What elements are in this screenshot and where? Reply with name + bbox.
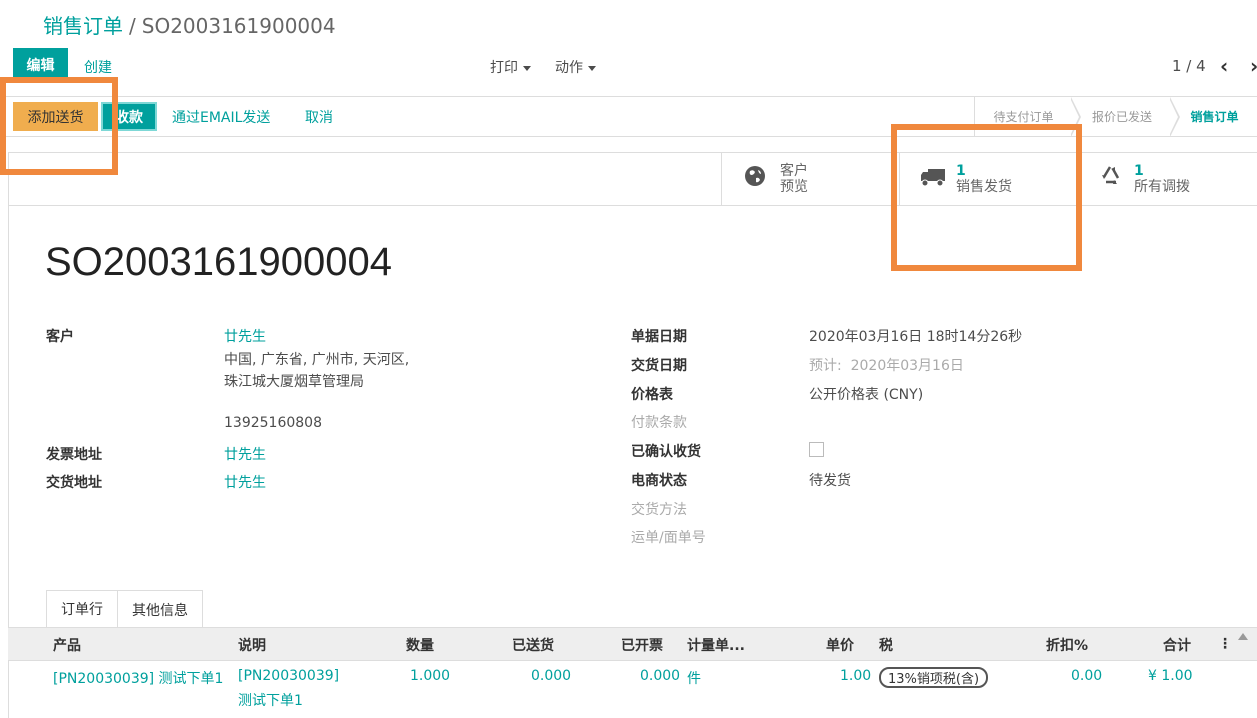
transfers-label: 所有调拨 (1134, 179, 1190, 195)
row-quantity[interactable]: 1.000 (410, 668, 450, 684)
preview-line1: 客户 (780, 163, 808, 179)
column-description[interactable]: 说明 (238, 635, 266, 655)
customer-preview-button[interactable]: 客户 预览 (721, 153, 899, 205)
stage-sales-order[interactable]: 销售订单 (1172, 97, 1257, 136)
column-invoiced[interactable]: 已开票 (621, 635, 663, 655)
column-uom[interactable]: 计量单... (687, 635, 745, 655)
customer-phone: 13925160808 (224, 415, 322, 431)
row-delivered[interactable]: 0.000 (531, 668, 571, 684)
column-delivered[interactable]: 已送货 (512, 635, 554, 655)
ecommerce-status-label: 电商状态 (631, 473, 687, 489)
column-tax[interactable]: 税 (879, 635, 893, 655)
tab-other-info[interactable]: 其他信息 (118, 590, 203, 628)
customer-address-line1: 中国, 广东省, 广州市, 天河区, (224, 352, 410, 368)
row-uom[interactable]: 件 (687, 668, 701, 688)
delivery-method-label: 交货方法 (631, 502, 687, 518)
row-unit-price[interactable]: 1.00 (840, 668, 871, 684)
row-invoiced[interactable]: 0.000 (640, 668, 680, 684)
order-title: SO2003161900004 (45, 240, 392, 284)
column-unit-price[interactable]: 单价 (826, 635, 854, 655)
ecommerce-status-value: 待发货 (809, 473, 851, 489)
column-subtotal[interactable]: 合计 (1163, 635, 1191, 655)
order-date-value: 2020年03月16日 18时14分26秒 (809, 329, 1023, 345)
customer-address-line2: 珠江城大厦烟草管理局 (224, 374, 364, 390)
globe-icon (744, 165, 780, 193)
row-product[interactable]: [PN20030039] 测试下单1 (53, 668, 223, 688)
send-by-email-button[interactable]: 通过EMAIL发送 (172, 107, 270, 127)
invoice-address-link[interactable]: 廿先生 (224, 444, 266, 464)
print-label: 打印 (490, 60, 518, 76)
payment-terms-label: 付款条款 (631, 415, 687, 431)
optional-columns-icon[interactable]: ⋮ (1218, 636, 1232, 652)
caret-down-icon (523, 65, 531, 71)
tracking-number-label: 运单/面单号 (631, 530, 706, 546)
pager-next-icon[interactable]: › (1250, 54, 1257, 78)
row-description-line2[interactable]: 测试下单1 (238, 690, 303, 710)
order-date-label: 单据日期 (631, 329, 687, 345)
print-dropdown[interactable]: 打印 (490, 57, 531, 77)
action-dropdown[interactable]: 动作 (555, 57, 596, 77)
action-label: 动作 (555, 60, 583, 76)
stage-quotation-sent[interactable]: 报价已发送 (1072, 97, 1172, 136)
column-quantity[interactable]: 数量 (406, 635, 434, 655)
column-product[interactable]: 产品 (53, 635, 81, 655)
pricelist-value: 公开价格表 (CNY) (809, 387, 924, 403)
transfers-count: 1 (1134, 163, 1144, 179)
notebook-tabs: 订单行 其他信息 (46, 590, 203, 628)
breadcrumb: 销售订单 / SO2003161900004 (43, 10, 336, 39)
caret-down-icon (588, 65, 596, 71)
row-tax-badge[interactable]: 13%销项税(含) (879, 667, 989, 688)
highlight-box (891, 124, 1082, 271)
confirmed-receipt-label: 已确认收货 (631, 444, 701, 460)
customer-link[interactable]: 廿先生 (224, 326, 266, 346)
shipping-address-label: 交货地址 (46, 475, 102, 491)
pricelist-label: 价格表 (631, 387, 673, 403)
column-discount[interactable]: 折扣% (1046, 635, 1088, 655)
delivery-date-label: 交货日期 (631, 358, 687, 374)
pager-previous-icon[interactable]: ‹ (1220, 54, 1228, 78)
row-description-line1[interactable]: [PN20030039] (238, 668, 339, 684)
invoice-address-label: 发票地址 (46, 447, 102, 463)
breadcrumb-current: SO2003161900004 (141, 14, 336, 38)
row-discount[interactable]: 0.00 (1071, 668, 1102, 684)
tab-order-lines[interactable]: 订单行 (46, 590, 118, 628)
recycle-icon (1098, 164, 1134, 194)
highlight-box (0, 77, 118, 175)
breadcrumb-separator: / (129, 14, 136, 38)
shipping-address-link[interactable]: 廿先生 (224, 472, 266, 492)
create-button[interactable]: 创建 (84, 57, 112, 77)
customer-label: 客户 (46, 329, 74, 345)
breadcrumb-sales-orders-link[interactable]: 销售订单 (43, 14, 123, 38)
row-subtotal[interactable]: ¥ 1.00 (1148, 668, 1193, 684)
cancel-order-button[interactable]: 取消 (305, 107, 333, 127)
confirmed-receipt-checkbox[interactable] (809, 442, 824, 457)
delivery-date-value: 预计: 2020年03月16日 (809, 358, 964, 374)
scroll-up-icon[interactable] (1238, 633, 1248, 640)
pager-value[interactable]: 1 / 4 (1172, 57, 1206, 75)
preview-line2: 预览 (780, 179, 808, 195)
transfers-smart-button[interactable]: 1 所有调拨 (1077, 153, 1257, 205)
